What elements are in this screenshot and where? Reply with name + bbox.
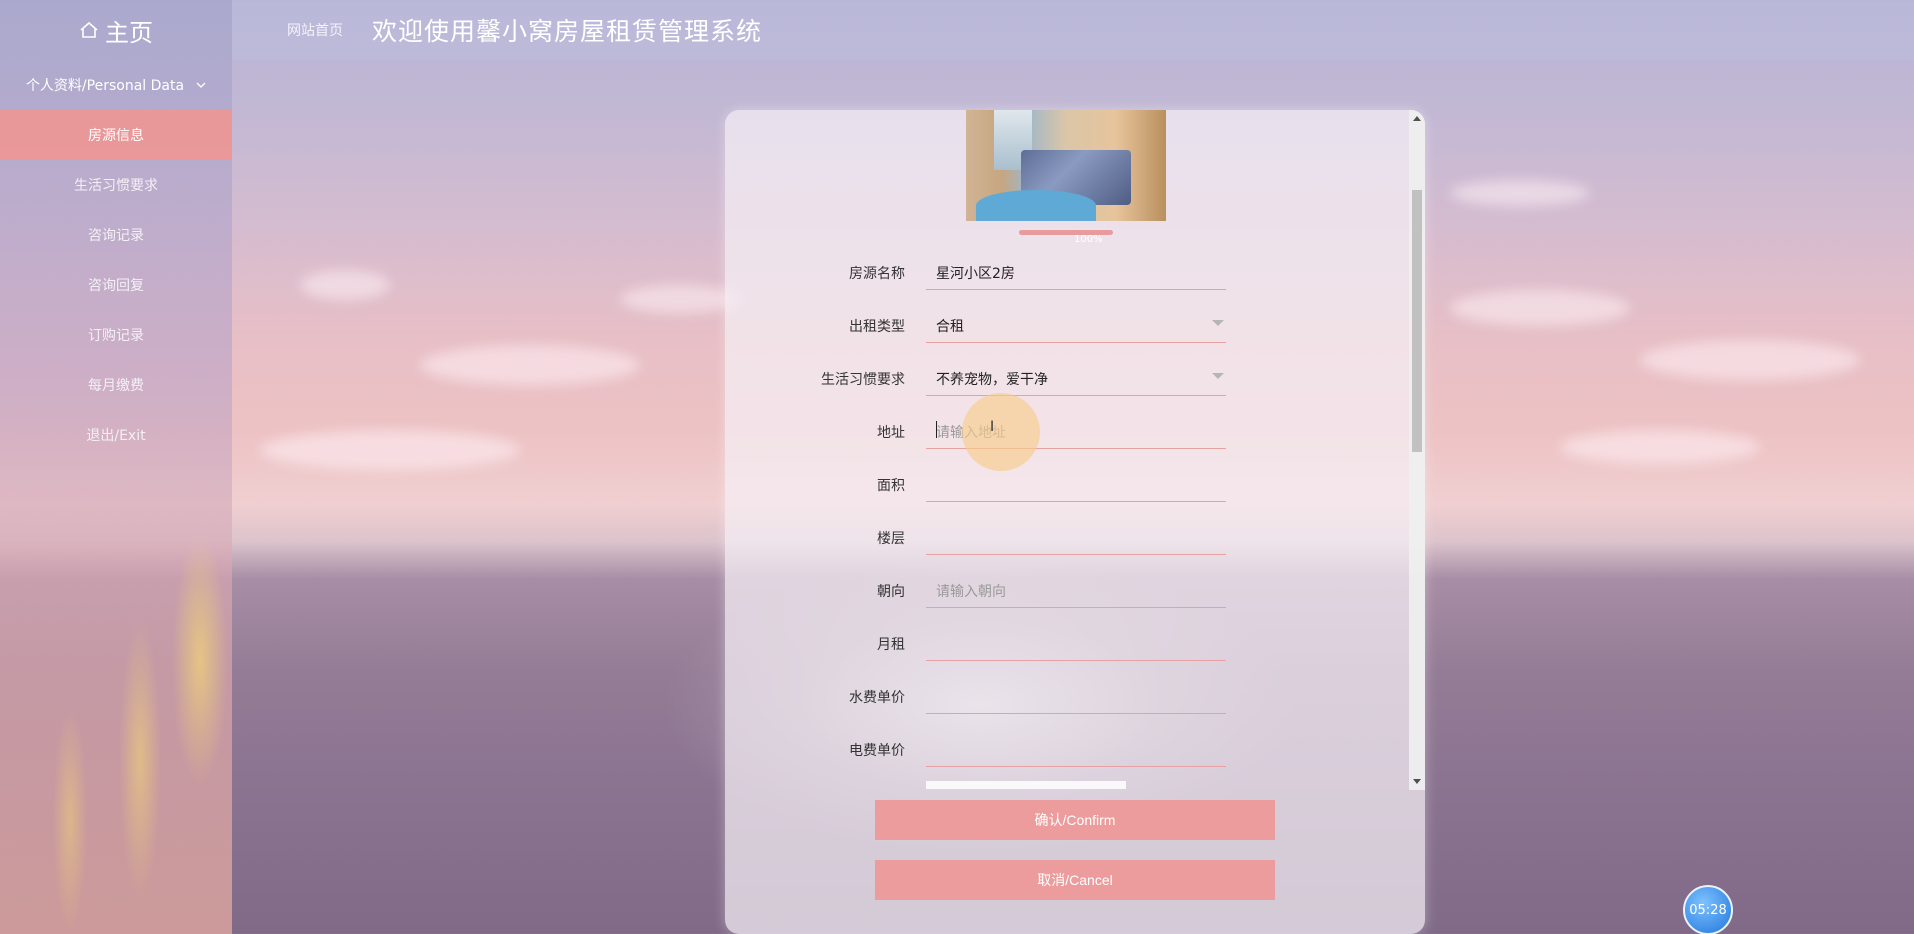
rental-type-select[interactable]: 合租 <box>926 306 1226 343</box>
field-label: 朝向 <box>877 584 905 600</box>
field-value: 合租 <box>936 319 964 335</box>
ibeam-cursor-icon: I <box>990 419 995 435</box>
session-timer: 05:28 <box>1683 885 1733 934</box>
field-label: 面积 <box>877 478 905 494</box>
form-row-floor: 楼层 <box>725 518 1409 571</box>
sidebar-item-label: 咨询回复 <box>88 278 144 294</box>
breadcrumb-home-link[interactable]: 网站首页 <box>287 20 343 40</box>
sidebar-home-link[interactable]: 主页 <box>0 0 232 60</box>
cloud-decoration <box>1450 180 1590 206</box>
field-label: 电费单价 <box>849 743 905 759</box>
click-indicator <box>962 393 1040 471</box>
field-label: 房源名称 <box>849 266 905 282</box>
text-cursor <box>936 421 937 438</box>
cloud-decoration <box>300 270 390 300</box>
floor-input[interactable] <box>926 518 1226 555</box>
chevron-down-icon <box>196 82 206 88</box>
page-title: 欢迎使用馨小窝房屋租赁管理系统 <box>372 17 763 46</box>
sidebar-item-monthly-payment[interactable]: 每月缴费 <box>0 360 232 410</box>
field-value: 不养宠物，爱干净 <box>936 372 1048 388</box>
cloud-decoration <box>1640 340 1860 380</box>
cloud-decoration <box>420 345 640 385</box>
form-row-water-price: 水费单价 <box>725 677 1409 730</box>
confirm-button[interactable]: 确认/Confirm <box>875 800 1275 840</box>
form-row-address: 地址 请输入地址 <box>725 412 1409 465</box>
sidebar-item-label: 订购记录 <box>88 328 144 344</box>
cloud-decoration <box>620 285 740 313</box>
sidebar-item-living-habits[interactable]: 生活习惯要求 <box>0 160 232 210</box>
sidebar-group-personal-data[interactable]: 个人资料/Personal Data <box>0 66 232 104</box>
sidebar-item-label: 咨询记录 <box>88 228 144 244</box>
sidebar-item-label: 退出/Exit <box>86 428 146 444</box>
electricity-price-input[interactable] <box>926 730 1226 767</box>
upload-progress-label: 100% <box>1074 234 1103 245</box>
scroll-up-icon[interactable] <box>1413 116 1421 121</box>
partially-visible-field <box>926 781 1126 789</box>
form-row-area: 面积 <box>725 465 1409 518</box>
cloud-decoration <box>1560 430 1760 464</box>
sidebar-item-listing-info[interactable]: 房源信息 <box>0 110 232 160</box>
sidebar-item-order-records[interactable]: 订购记录 <box>0 310 232 360</box>
caret-down-icon <box>1212 373 1224 379</box>
form-row-electricity-price: 电费单价 <box>725 730 1409 783</box>
listing-photo[interactable] <box>966 110 1166 221</box>
cancel-button[interactable]: 取消/Cancel <box>875 860 1275 900</box>
form-scrollbar[interactable] <box>1409 110 1425 790</box>
form-row-monthly-rent: 月租 <box>725 624 1409 677</box>
sidebar-item-inquiry-records[interactable]: 咨询记录 <box>0 210 232 260</box>
field-placeholder: 请输入朝向 <box>936 584 1006 600</box>
field-label: 出租类型 <box>849 319 905 335</box>
reed-decoration <box>0 540 232 934</box>
scroll-down-icon[interactable] <box>1413 779 1421 784</box>
listing-form-panel: 100% 房源名称 星河小区2房 出租类型 合租 生活习惯要求 不养宠物，爱干净 <box>725 110 1425 934</box>
sidebar: 主页 个人资料/Personal Data 房源信息 生活习惯要求 咨询记录 咨… <box>0 0 232 934</box>
sidebar-item-inquiry-replies[interactable]: 咨询回复 <box>0 260 232 310</box>
water-price-input[interactable] <box>926 677 1226 714</box>
scrollbar-thumb[interactable] <box>1412 190 1422 452</box>
field-label: 楼层 <box>877 531 905 547</box>
field-label: 地址 <box>877 425 905 441</box>
field-label: 生活习惯要求 <box>821 372 905 388</box>
form-row-rental-type: 出租类型 合租 <box>725 306 1409 359</box>
form-row-listing-name: 房源名称 星河小区2房 <box>725 253 1409 306</box>
caret-down-icon <box>1212 320 1224 326</box>
sidebar-item-label: 房源信息 <box>88 128 144 144</box>
photo-rug <box>976 190 1096 221</box>
cloud-decoration <box>260 430 520 470</box>
sidebar-item-label: 每月缴费 <box>88 378 144 394</box>
form-row-living-habits: 生活习惯要求 不养宠物，爱干净 <box>725 359 1409 412</box>
living-habits-select[interactable]: 不养宠物，爱干净 <box>926 359 1226 396</box>
sidebar-item-exit[interactable]: 退出/Exit <box>0 410 232 460</box>
form-scroll-area[interactable]: 100% 房源名称 星河小区2房 出租类型 合租 生活习惯要求 不养宠物，爱干净 <box>725 110 1409 790</box>
listing-name-input[interactable]: 星河小区2房 <box>926 253 1226 290</box>
cloud-decoration <box>1450 290 1630 326</box>
field-label: 水费单价 <box>849 690 905 706</box>
area-input[interactable] <box>926 465 1226 502</box>
home-icon <box>80 21 98 38</box>
form-row-orientation: 朝向 请输入朝向 <box>725 571 1409 624</box>
sidebar-item-label: 生活习惯要求 <box>74 178 158 194</box>
sidebar-group-label: 个人资料/Personal Data <box>25 78 185 94</box>
field-label: 月租 <box>877 637 905 653</box>
orientation-input[interactable]: 请输入朝向 <box>926 571 1226 608</box>
field-value: 星河小区2房 <box>936 266 1015 282</box>
sidebar-home-label: 主页 <box>105 18 153 47</box>
monthly-rent-input[interactable] <box>926 624 1226 661</box>
